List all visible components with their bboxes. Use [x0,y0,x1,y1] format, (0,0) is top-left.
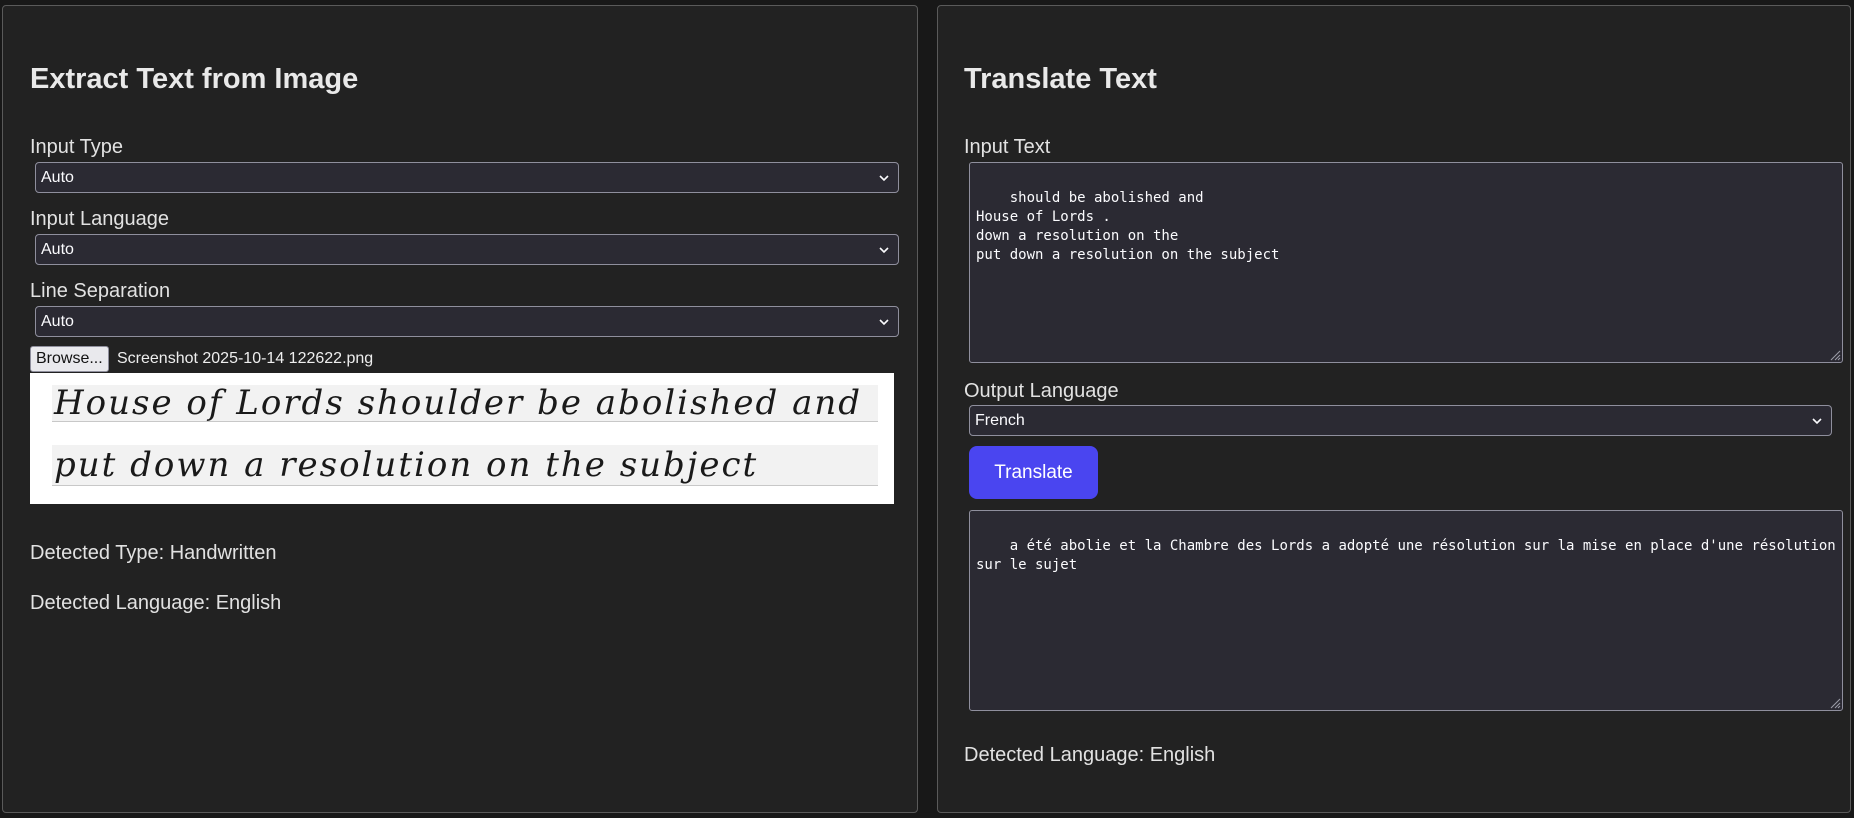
detected-language: Detected Language: English [30,592,282,614]
chevron-down-icon [879,175,889,182]
input-text-area[interactable]: should be abolished and House of Lords .… [969,162,1843,363]
output-text-content: a été abolie et la Chambre des Lords a a… [976,538,1836,573]
handwriting-line-1: House of Lords shoulder be abolished and [54,383,863,423]
output-language-select[interactable]: French [969,405,1832,436]
extract-title: Extract Text from Image [30,63,359,95]
browse-button[interactable]: Browse... [30,346,109,372]
input-text-label: Input Text [964,136,1051,158]
translate-detected-language: Detected Language: English [964,744,1216,766]
output-language-label: Output Language [964,380,1119,402]
line-separation-label: Line Separation [30,280,171,302]
translate-panel: Translate Text Input Text should be abol… [937,5,1851,813]
input-type-value: Auto [41,169,74,186]
translate-title: Translate Text [964,63,1157,95]
input-language-value: Auto [41,241,74,258]
output-language-value: French [975,412,1025,429]
image-preview: House of Lords shoulder be abolished and… [30,373,894,504]
line-separation-select[interactable]: Auto [35,306,899,337]
input-type-select[interactable]: Auto [35,162,899,193]
input-language-label: Input Language [30,208,170,230]
selected-filename: Screenshot 2025-10-14 122622.png [117,350,374,367]
output-text-area[interactable]: a été abolie et la Chambre des Lords a a… [969,510,1843,711]
input-type-label: Input Type [30,136,124,158]
translate-button[interactable]: Translate [969,446,1098,499]
input-language-select[interactable]: Auto [35,234,899,265]
chevron-down-icon [879,319,889,326]
resize-grip-icon[interactable] [1827,695,1841,709]
extract-panel: Extract Text from Image Input Type Auto … [2,5,918,813]
chevron-down-icon [1812,418,1822,425]
input-text-content: should be abolished and House of Lords .… [976,190,1280,263]
detected-type: Detected Type: Handwritten [30,542,277,564]
resize-grip-icon[interactable] [1827,347,1841,361]
handwriting-line-2: put down a resolution on the subject [54,445,759,485]
line-separation-value: Auto [41,313,74,330]
chevron-down-icon [879,247,889,254]
